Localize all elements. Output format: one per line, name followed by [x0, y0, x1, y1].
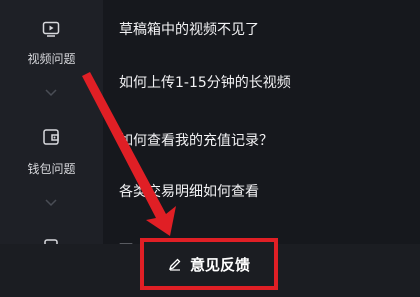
question-item[interactable]: 如何上传1-15分钟的长视频: [119, 72, 409, 92]
feedback-label: 意见反馈: [189, 255, 250, 274]
chevron-down-icon: [45, 89, 57, 97]
question-item[interactable]: 如何查看我的充值记录？: [119, 130, 409, 150]
wallet-icon: [43, 129, 59, 145]
chevron-down-icon: [45, 199, 57, 207]
feedback-button[interactable]: 意见反馈: [140, 238, 278, 290]
pencil-icon: [168, 258, 181, 271]
question-item[interactable]: 草稿箱中的视频不见了: [119, 19, 409, 39]
category-label: 钱包问题: [27, 162, 76, 176]
video-icon: [42, 21, 60, 37]
question-item[interactable]: 各类交易明细如何查看: [119, 181, 409, 201]
category-label: 视频问题: [27, 52, 76, 66]
